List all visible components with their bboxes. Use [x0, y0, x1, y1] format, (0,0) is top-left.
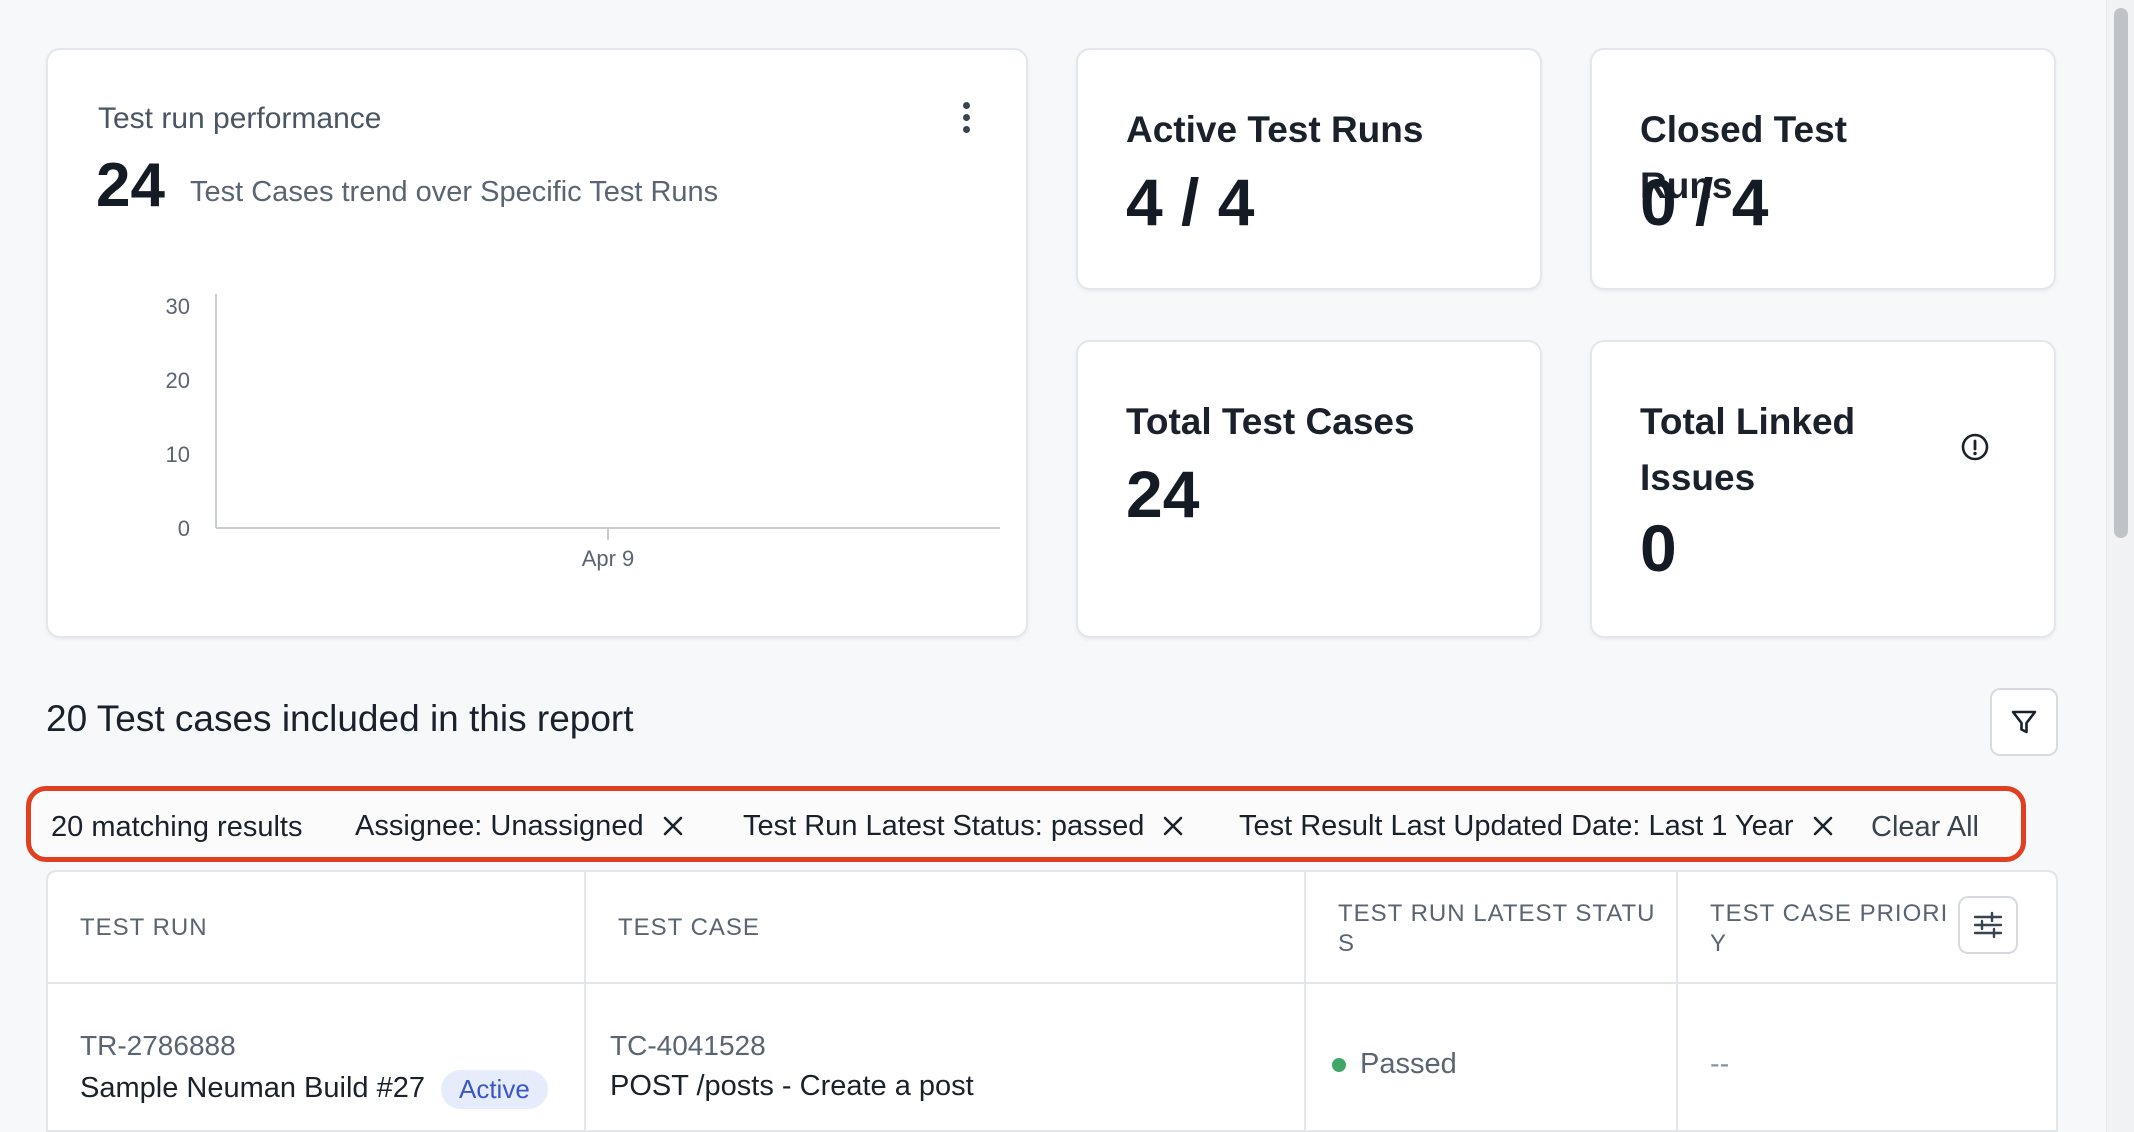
section-title: 20 Test cases included in this report [46, 698, 634, 739]
kebab-icon[interactable] [956, 102, 976, 136]
scrollbar-thumb[interactable] [2114, 8, 2128, 538]
stat-value: 0 [1640, 511, 1677, 585]
stat-value: 0 / 4 [1640, 165, 1769, 239]
status-dot-icon [1332, 1057, 1346, 1072]
filter-icon [2011, 710, 2037, 734]
scrollbar[interactable] [2106, 0, 2134, 1132]
sliders-icon [1973, 911, 2003, 939]
stat-value: 4 / 4 [1126, 165, 1255, 239]
close-icon[interactable] [662, 815, 684, 837]
column-settings-button[interactable] [1958, 896, 2018, 954]
table-cell-test-run[interactable]: TR-2786888 Sample Neuman Build #27 Active [48, 984, 586, 1130]
test-run-id: TR-2786888 [80, 1030, 236, 1061]
filter-chip: Test Run Latest Status: passed [743, 803, 1184, 849]
column-header-test-run[interactable]: TEST RUN [48, 872, 586, 984]
priority-value: -- [1710, 1048, 1730, 1080]
y-tick-label: 20 [166, 368, 190, 393]
stat-value: 24 [1126, 457, 1200, 531]
x-tick-label: Apr 9 [582, 546, 635, 571]
table-cell-priority: -- [1678, 984, 2056, 1130]
total-linked-issues-card: Total Linked Issues 0 [1590, 340, 2056, 638]
perf-count: 24 [96, 151, 165, 220]
trend-chart: 0 10 20 30 Apr 9 [166, 294, 1000, 571]
filter-chip-label: Assignee: Unassigned [355, 809, 644, 842]
close-icon[interactable] [1812, 815, 1834, 837]
table-cell-test-case[interactable]: TC-4041528 POST /posts - Create a post [586, 984, 1306, 1130]
table-cell-status: Passed [1306, 984, 1678, 1130]
y-tick-label: 10 [166, 442, 190, 467]
filter-button[interactable] [1990, 688, 2058, 756]
active-test-runs-card: Active Test Runs 4 / 4 [1076, 48, 1542, 290]
filter-chip: Assignee: Unassigned [355, 803, 684, 849]
total-test-cases-card: Total Test Cases 24 [1076, 340, 1542, 638]
info-icon[interactable] [1960, 432, 1990, 462]
clear-all-button[interactable]: Clear All [1871, 811, 1979, 844]
status-indicator: Passed [1332, 1048, 1457, 1081]
y-tick-label: 0 [178, 516, 190, 541]
status-badge: Active [440, 1070, 548, 1109]
test-case-id: TC-4041528 [610, 1030, 766, 1061]
stat-title: Active Test Runs [1126, 109, 1424, 150]
perf-card-title: Test run performance [98, 102, 382, 135]
column-header-test-case[interactable]: TEST CASE [586, 872, 1306, 984]
close-icon[interactable] [1162, 815, 1184, 837]
perf-subtitle: Test Cases trend over Specific Test Runs [190, 176, 719, 208]
stat-title: Total Test Cases [1126, 401, 1415, 442]
stat-title: Total Linked Issues [1640, 401, 1856, 498]
test-run-performance-card: Test run performance 24 Test Cases trend… [46, 48, 1028, 638]
results-table: TEST RUN TEST CASE TEST RUN LATEST STATU… [46, 870, 2058, 1132]
filter-chip: Test Result Last Updated Date: Last 1 Ye… [1239, 803, 1834, 849]
filter-chip-label: Test Result Last Updated Date: Last 1 Ye… [1239, 809, 1794, 842]
matching-results-count: 20 matching results [51, 811, 303, 843]
y-tick-label: 30 [166, 294, 190, 319]
test-run-name: Sample Neuman Build #27 Active [80, 1070, 548, 1109]
test-case-name: POST /posts - Create a post [610, 1070, 974, 1102]
closed-test-runs-card: Closed Test Runs 0 / 4 [1590, 48, 2056, 290]
active-filters-bar: 20 matching results Assignee: Unassigned… [26, 786, 2026, 862]
column-header-status[interactable]: TEST RUN LATEST STATU S [1306, 872, 1678, 984]
filter-chip-label: Test Run Latest Status: passed [743, 809, 1145, 842]
